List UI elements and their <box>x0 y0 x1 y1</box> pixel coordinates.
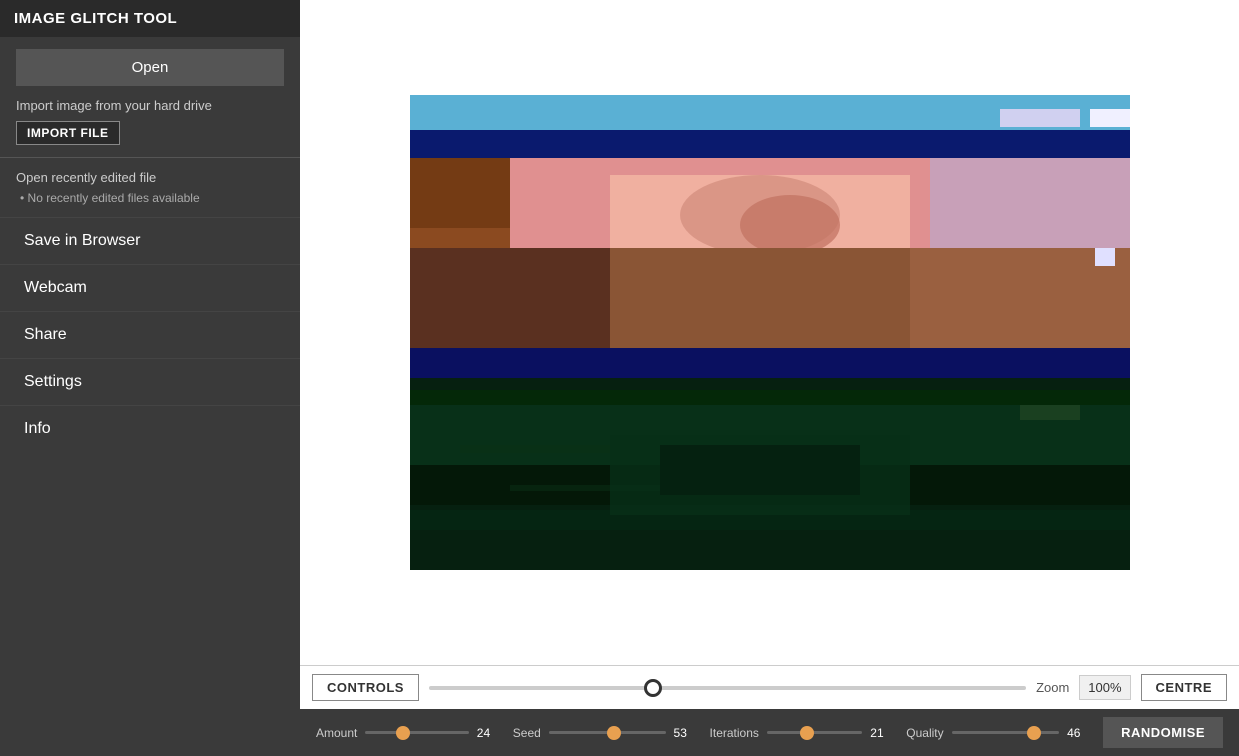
sidebar: IMAGE GLITCH TOOL Open Import image from… <box>0 0 300 756</box>
recent-empty-message: No recently edited files available <box>16 191 284 205</box>
zoom-label: Zoom <box>1036 680 1069 695</box>
glitch-image-container <box>410 95 1130 570</box>
quality-label: Quality <box>906 726 943 740</box>
sidebar-item-info[interactable]: Info <box>0 405 300 452</box>
amount-label: Amount <box>316 726 357 740</box>
sidebar-item-webcam[interactable]: Webcam <box>0 264 300 311</box>
quality-value: 46 <box>1067 726 1091 740</box>
glitch-canvas <box>410 95 1130 570</box>
sidebar-item-share[interactable]: Share <box>0 311 300 358</box>
controls-bar: CONTROLS Zoom 100% CENTRE <box>300 665 1239 709</box>
recent-section: Open recently edited file No recently ed… <box>0 158 300 213</box>
controls-button[interactable]: CONTROLS <box>312 674 419 701</box>
controls-slider-thumb[interactable] <box>644 679 662 697</box>
centre-button[interactable]: CENTRE <box>1141 674 1227 701</box>
iterations-slider-track[interactable] <box>767 731 862 734</box>
sidebar-item-save-browser[interactable]: Save in Browser <box>0 217 300 264</box>
controls-slider-track[interactable] <box>429 686 1026 690</box>
iterations-label: Iterations <box>710 726 759 740</box>
zoom-value: 100% <box>1079 675 1130 700</box>
main-area: CONTROLS Zoom 100% CENTRE Amount 24 Seed <box>300 0 1239 756</box>
seed-slider-group: Seed 53 <box>513 726 698 740</box>
seed-slider-thumb[interactable] <box>607 726 621 740</box>
amount-slider-thumb[interactable] <box>396 726 410 740</box>
randomise-button[interactable]: RANDOMISE <box>1103 717 1223 748</box>
quality-slider-group: Quality 46 <box>906 726 1091 740</box>
amount-slider-group: Amount 24 <box>316 726 501 740</box>
open-section: Open Import image from your hard drive I… <box>0 37 300 157</box>
quality-slider-track[interactable] <box>952 731 1059 734</box>
iterations-slider-thumb[interactable] <box>800 726 814 740</box>
seed-slider-track[interactable] <box>549 731 666 734</box>
import-description: Import image from your hard drive <box>16 98 284 113</box>
import-file-button[interactable]: IMPORT FILE <box>16 121 120 145</box>
open-button[interactable]: Open <box>16 49 284 86</box>
quality-slider-thumb[interactable] <box>1027 726 1041 740</box>
iterations-value: 21 <box>870 726 894 740</box>
sliders-bar: Amount 24 Seed 53 Iterations 21 <box>300 709 1239 756</box>
amount-slider-track[interactable] <box>365 731 468 734</box>
iterations-slider-group: Iterations 21 <box>710 726 895 740</box>
sidebar-nav: Save in Browser Webcam Share Settings In… <box>0 217 300 452</box>
app-title: IMAGE GLITCH TOOL <box>0 0 300 37</box>
seed-label: Seed <box>513 726 541 740</box>
seed-value: 53 <box>674 726 698 740</box>
recent-label: Open recently edited file <box>16 170 284 185</box>
canvas-area <box>300 0 1239 665</box>
amount-value: 24 <box>477 726 501 740</box>
sidebar-item-settings[interactable]: Settings <box>0 358 300 405</box>
